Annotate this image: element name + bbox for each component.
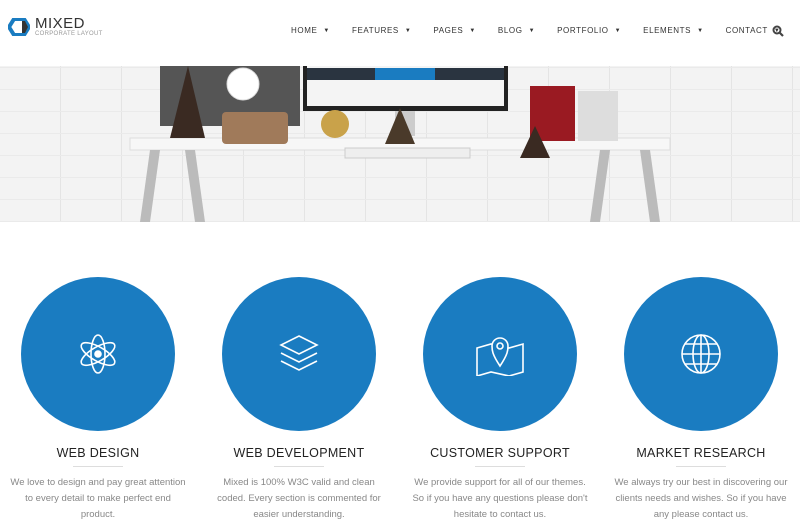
feature-title: WEB DEVELOPMENT bbox=[233, 446, 365, 460]
caret-down-icon: ▼ bbox=[528, 27, 536, 34]
feature-title: WEB DESIGN bbox=[56, 446, 140, 460]
layers-icon bbox=[279, 335, 319, 371]
feature-text: We always try our best in discovering ou… bbox=[614, 477, 788, 520]
map-pin-icon bbox=[476, 337, 524, 376]
feature-icon-circle bbox=[21, 277, 175, 431]
caret-down-icon: ▼ bbox=[697, 27, 704, 34]
feature-web-development: WEB DEVELOPMENT Mixed is 100% W3C valid … bbox=[199, 446, 399, 523]
nav-label: ELEMENTS bbox=[643, 26, 692, 35]
nav-blog[interactable]: BLOG ▼ bbox=[498, 26, 535, 35]
nav-features[interactable]: FEATURES ▼ bbox=[352, 26, 411, 35]
feature-text: Mixed is 100% W3C valid and clean coded.… bbox=[217, 477, 381, 520]
globe-icon bbox=[681, 334, 721, 374]
nav-label: CONTACT bbox=[725, 26, 768, 35]
divider bbox=[475, 466, 525, 467]
logo[interactable]: MIXED CORPORATE LAYOUT bbox=[8, 16, 103, 37]
feature-text: We provide support for all of our themes… bbox=[412, 477, 588, 520]
caret-down-icon: ▼ bbox=[323, 27, 330, 34]
hero-image bbox=[0, 66, 800, 222]
caret-down-icon: ▼ bbox=[469, 27, 476, 34]
nav-label: PAGES bbox=[433, 26, 464, 35]
feature-market-research: MARKET RESEARCH We always try our best i… bbox=[601, 446, 800, 523]
caret-down-icon: ▼ bbox=[404, 27, 412, 34]
desk-scene-illustration bbox=[129, 66, 671, 222]
main-nav: HOME ▼ FEATURES ▼ PAGES ▼ BLOG ▼ PORTFOLIO ▼ … bbox=[291, 26, 800, 35]
search-icon[interactable] bbox=[772, 25, 784, 37]
header: MIXED CORPORATE LAYOUT HOME ▼ FEATURES ▼ P… bbox=[0, 0, 800, 66]
nav-label: FEATURES bbox=[351, 26, 399, 35]
feature-web-design: WEB DESIGN We love to design and pay gre… bbox=[0, 446, 198, 523]
caret-down-icon: ▼ bbox=[614, 27, 622, 34]
feature-icon-circle bbox=[624, 277, 778, 431]
brand-name: MIXED bbox=[35, 15, 86, 32]
nav-home[interactable]: HOME ▼ bbox=[291, 26, 330, 35]
atom-icon bbox=[80, 334, 116, 374]
nav-label: BLOG bbox=[497, 26, 523, 35]
divider bbox=[676, 466, 726, 467]
nav-pages[interactable]: PAGES ▼ bbox=[433, 26, 476, 35]
logo-icon bbox=[8, 17, 30, 36]
feature-icon-circle bbox=[222, 277, 376, 431]
brand-tagline: CORPORATE LAYOUT bbox=[35, 31, 103, 37]
feature-customer-support: CUSTOMER SUPPORT We provide support for … bbox=[400, 446, 600, 523]
nav-portfolio[interactable]: PORTFOLIO ▼ bbox=[557, 26, 621, 35]
nav-label: PORTFOLIO bbox=[557, 26, 609, 35]
divider bbox=[274, 466, 324, 467]
divider bbox=[73, 466, 123, 467]
nav-label: HOME bbox=[291, 26, 318, 35]
feature-icon-circle bbox=[423, 277, 577, 431]
feature-title: CUSTOMER SUPPORT bbox=[430, 446, 570, 460]
feature-title: MARKET RESEARCH bbox=[636, 446, 766, 460]
nav-elements[interactable]: ELEMENTS ▼ bbox=[643, 26, 703, 35]
feature-text: We love to design and pay great attentio… bbox=[10, 477, 186, 520]
